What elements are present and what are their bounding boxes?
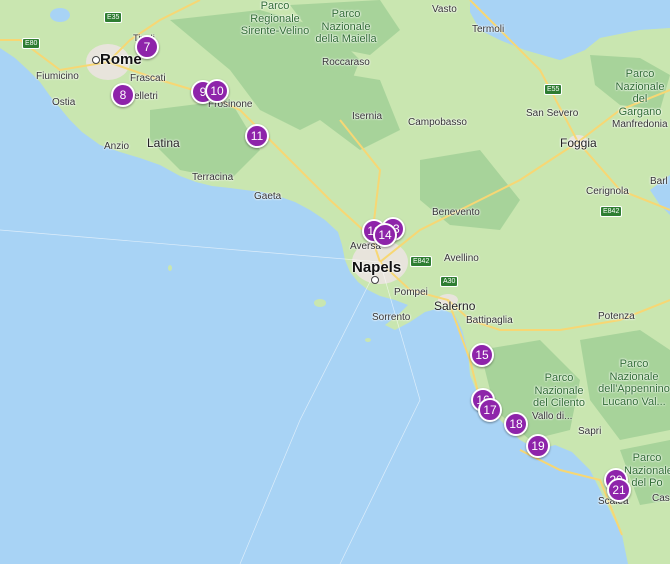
label-cas: Cas	[652, 493, 670, 504]
island-ischia	[314, 299, 326, 307]
label-park-appennino: Parco Nazionale dell'Appennino Lucano Val..…	[598, 358, 670, 408]
label-park-pollino: Parco Nazionale del Po	[624, 452, 670, 490]
label-pompei: Pompei	[394, 287, 428, 298]
map-marker-18[interactable]: 18	[504, 412, 528, 436]
label-campobasso: Campobasso	[408, 117, 467, 128]
lake-bracciano	[50, 8, 70, 22]
map-marker-14[interactable]: 14	[373, 223, 397, 247]
label-vallo: Vallo di...	[532, 411, 573, 422]
map-marker-21[interactable]: 21	[607, 478, 631, 502]
label-sorrento: Sorrento	[372, 312, 411, 323]
map-marker-7[interactable]: 7	[135, 35, 159, 59]
road-shield-e55: E55	[544, 84, 563, 95]
label-terracina: Terracina	[192, 172, 234, 183]
road-shield-e80: E80	[22, 38, 41, 49]
label-rome: Rome	[100, 51, 142, 68]
lake-lesina	[545, 39, 575, 45]
label-velletri: elletri	[134, 91, 158, 102]
map-marker-17[interactable]: 17	[478, 398, 502, 422]
label-san-severo: San Severo	[526, 108, 579, 119]
label-park-maiella: Parco Nazionale della Maiella	[315, 8, 377, 46]
label-termoli: Termoli	[472, 24, 505, 35]
label-ostia: Ostia	[52, 97, 76, 108]
label-barl: Barl	[650, 176, 668, 187]
label-potenza: Potenza	[598, 311, 635, 322]
label-fiumicino: Fiumicino	[36, 71, 79, 82]
label-isernia: Isernia	[352, 111, 383, 122]
label-sapri: Sapri	[578, 426, 602, 437]
label-battipaglia: Battipaglia	[466, 315, 513, 326]
label-avellino: Avellino	[444, 253, 479, 264]
label-cerignola: Cerignola	[586, 186, 629, 197]
label-napels: Napels	[352, 259, 402, 276]
map-marker-10[interactable]: 10	[205, 79, 229, 103]
map-base-layer	[0, 0, 670, 564]
label-manfredonia: Manfredonia	[612, 119, 668, 130]
label-frascati: Frascati	[130, 73, 166, 84]
label-park-cilento: Parco Nazionale del Cilento	[533, 372, 585, 410]
label-benevento: Benevento	[432, 207, 480, 218]
label-latina: Latina	[147, 136, 180, 150]
label-foggia: Foggia	[560, 136, 597, 150]
map-marker-19[interactable]: 19	[526, 434, 550, 458]
road-shield-a30: A30	[440, 276, 459, 287]
rome-city-dot	[92, 56, 100, 64]
road-shield-e35: E35	[104, 12, 123, 23]
road-shield-e842-east: E842	[600, 206, 623, 217]
island-capri	[365, 338, 371, 342]
napels-city-dot	[371, 276, 379, 284]
map-marker-15[interactable]: 15	[470, 343, 494, 367]
label-roccaraso: Roccaraso	[322, 57, 370, 68]
island-ponza	[168, 265, 172, 271]
label-park-gargano: Parco Nazionale del Gargano	[615, 68, 665, 118]
map-marker-8[interactable]: 8	[111, 83, 135, 107]
map-canvas[interactable]: Rome Napels Fiumicino Ostia Frascati ell…	[0, 0, 670, 564]
road-shield-e842-naples: E842	[410, 256, 433, 267]
label-anzio: Anzio	[104, 141, 130, 152]
map-marker-11[interactable]: 11	[245, 124, 269, 148]
label-vasto: Vasto	[432, 4, 457, 15]
label-salerno: Salerno	[434, 299, 476, 313]
label-gaeta: Gaeta	[254, 191, 282, 202]
